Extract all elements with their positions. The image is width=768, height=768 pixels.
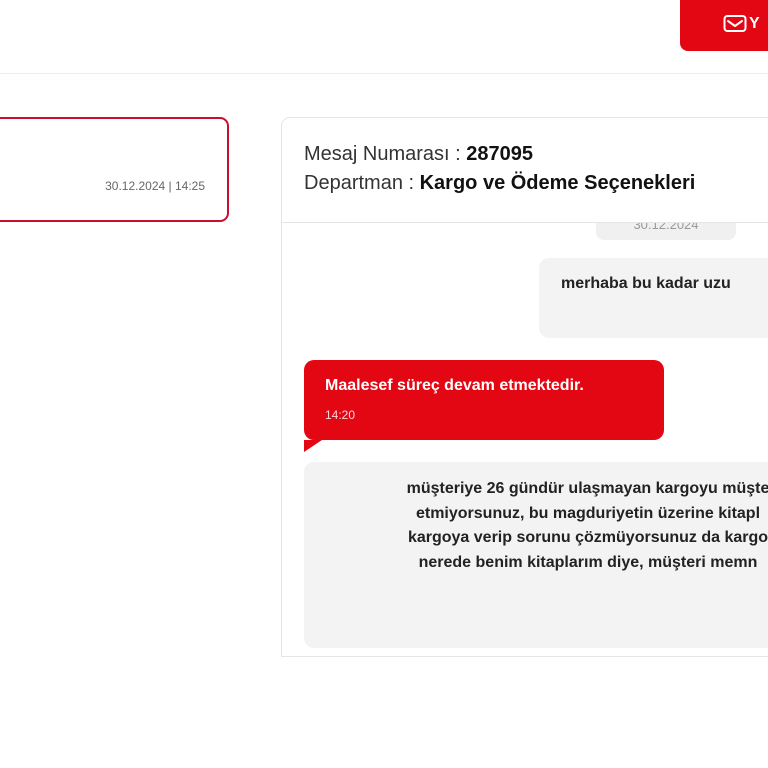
agent-message-bubble: Maalesef süreç devam etmektedir. 14:20 (304, 360, 664, 452)
message-line: müşteriye 26 gündür ulaşmayan kargoyu mü… (406, 480, 768, 497)
message-line: kargoya verip sorunu çözmüyorsunuz da ka… (407, 529, 768, 546)
department-line: Departman : Kargo ve Ödeme Seçenekleri (304, 172, 695, 195)
message-line: etmiyorsunuz, bu magduriyetin üzerine ki… (415, 504, 761, 522)
user-message-bubble: müşteriye 26 gündür ulaşmayan kargoyu mü… (304, 462, 768, 648)
message-thread[interactable]: 30.12.2024 merhaba bu kadar uzu Maalesef… (282, 222, 768, 656)
top-bar: Y (0, 0, 768, 74)
message-detail-panel: Mesaj Numarası : 287095 Departman : Karg… (281, 117, 768, 657)
message-number: 287095 (466, 143, 534, 165)
message-line: nerede benim kitaplarım diye, müşteri me… (418, 553, 758, 571)
department-name: Kargo ve Ödeme Seçenekleri (419, 172, 696, 194)
conversation-date: 30.12.2024 | 14:25 (105, 179, 205, 193)
conversation-item[interactable]: 30.12.2024 | 14:25 (0, 117, 229, 222)
message-time: 14:20 (325, 408, 356, 422)
envelope-icon (723, 15, 747, 32)
message-text: Maalesef süreç devam etmektedir. (325, 377, 584, 394)
new-message-button[interactable]: Y (680, 0, 768, 51)
date-separator: 30.12.2024 (596, 222, 736, 240)
user-message-bubble: merhaba bu kadar uzu (539, 258, 768, 338)
department-label: Departman : (304, 172, 420, 194)
page: Y 30.12.2024 | 14:25 Mesaj Numarası : 28… (0, 0, 768, 768)
message-text: müşteriye 26 gündür ulaşmayan kargoyu mü… (328, 477, 768, 575)
message-number-line: Mesaj Numarası : 287095 (304, 143, 533, 166)
new-message-label: Y (749, 15, 760, 32)
message-detail-header: Mesaj Numarası : 287095 Departman : Karg… (282, 118, 768, 223)
message-number-label: Mesaj Numarası : (304, 143, 467, 165)
message-text: merhaba bu kadar uzu (561, 275, 731, 292)
